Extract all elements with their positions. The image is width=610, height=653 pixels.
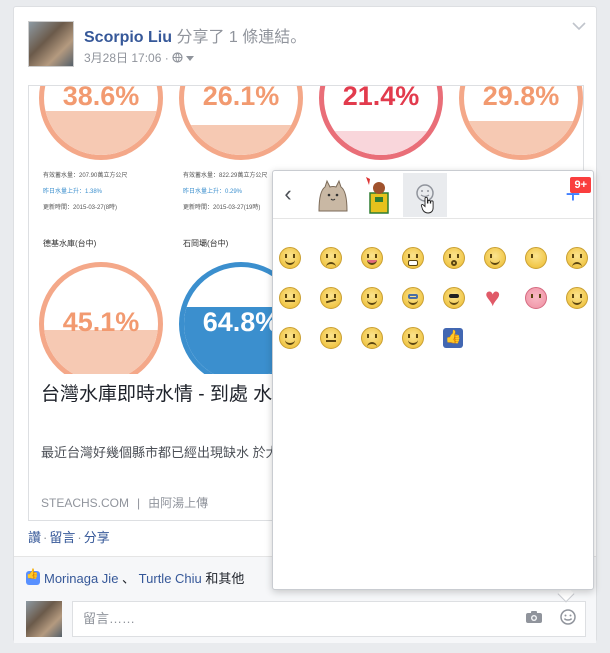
post-header: Scorpio Liu 分享了 1 條連結。	[84, 23, 306, 47]
emoji-happy[interactable]	[361, 287, 383, 309]
likes-line: Morinaga Jie 、 Turtle Chiu 和其他	[26, 568, 244, 587]
gauge-3: 21.4%	[319, 86, 443, 160]
post-actions: 讚 · 留言 · 分享	[28, 527, 110, 546]
pusheen-cat-icon	[318, 179, 348, 212]
emoji-squint[interactable]	[279, 287, 301, 309]
emoji-heart[interactable]	[484, 282, 506, 313]
character-sticker-tab[interactable]	[357, 173, 401, 217]
comment-link[interactable]: 留言	[49, 530, 75, 545]
post-timestamp[interactable]: 3月28日 17:06 ·	[84, 51, 172, 65]
emoji-angel[interactable]	[566, 287, 588, 309]
res-a-change: 昨日水量上升：1.38%	[43, 189, 103, 195]
action-dot: ·	[43, 530, 48, 545]
character-sticker-icon	[366, 177, 389, 214]
hand-cursor-icon	[420, 196, 434, 214]
sticker-store-badge: 9+	[570, 177, 591, 193]
emoji-frown[interactable]	[320, 247, 342, 269]
action-dot: ·	[77, 530, 82, 545]
like-link[interactable]: 讚	[28, 530, 41, 545]
emoji-sunglasses[interactable]	[443, 287, 465, 309]
post-meta: 3月28日 17:06 ·	[84, 49, 195, 66]
gauge-5: 45.1%	[39, 262, 163, 374]
emoji-glasses[interactable]	[402, 287, 424, 309]
emoji-tongue[interactable]	[361, 247, 383, 269]
camera-icon[interactable]	[526, 611, 542, 623]
globe-icon[interactable]	[172, 52, 183, 63]
liker-separator: 、	[118, 571, 139, 586]
res-b-updated: 更新時間：2015-03-27(19時)	[183, 205, 261, 211]
gauge-2-percent: 26.1%	[202, 86, 280, 111]
link-source: STEACHS.COM | 由阿湯上傳	[41, 494, 208, 511]
link-uploader[interactable]: 由阿湯上傳	[148, 496, 208, 510]
res-a-updated: 更新時間：2015-03-27(8時)	[43, 205, 118, 211]
emoji-smile[interactable]	[279, 247, 301, 269]
emoji-smirk[interactable]	[279, 327, 301, 349]
sticker-emoji-picker: ‹ + 9+	[272, 170, 594, 590]
emoji-icon[interactable]	[560, 609, 576, 625]
liker-2[interactable]: Turtle Chiu	[139, 571, 202, 586]
reservoir-name-1: 德基水庫(台中)	[43, 239, 97, 248]
gauge-5-percent: 45.1%	[62, 307, 140, 337]
comment-composer: 留言……	[14, 593, 596, 643]
emoji-angry[interactable]	[566, 247, 588, 269]
pusheen-sticker-tab[interactable]	[311, 173, 355, 217]
res-a-volume: 有效蓄水量：207.90萬立方公尺	[43, 173, 128, 179]
gauge-2: 26.1%	[179, 86, 303, 160]
post-action-text: 分享了 1 條連結。	[172, 29, 307, 46]
post-options-chevron-icon[interactable]	[572, 21, 586, 31]
emoji-wink[interactable]	[484, 247, 506, 269]
gauge-1: 38.6%	[39, 86, 163, 160]
res-b-change: 昨日水量上升：0.29%	[183, 189, 243, 195]
emoji-pacman[interactable]	[525, 247, 547, 269]
comment-input[interactable]: 留言……	[72, 601, 586, 637]
gauge-4: 29.8%	[459, 86, 583, 160]
reservoir-name-2: 石岡壩(台中)	[183, 239, 229, 248]
liker-1[interactable]: Morinaga Jie	[44, 571, 118, 586]
emoji-like-thumb[interactable]	[443, 328, 463, 348]
source-separator: |	[137, 496, 141, 510]
picker-back-button[interactable]: ‹	[273, 171, 303, 219]
gauge-3-percent: 21.4%	[342, 86, 420, 111]
commenter-avatar	[26, 601, 62, 637]
emoji-kiki[interactable]	[402, 327, 424, 349]
link-domain: STEACHS.COM	[41, 496, 130, 510]
emoji-gasp[interactable]	[443, 247, 465, 269]
emoji-unsure[interactable]	[320, 287, 342, 309]
likers-rest[interactable]: 和其他	[202, 571, 244, 586]
author-name-link[interactable]: Scorpio Liu	[84, 29, 172, 46]
emoji-cry[interactable]	[361, 327, 383, 349]
emoji-pig[interactable]	[525, 287, 547, 309]
res-b-volume: 有效蓄水量：822.29萬立方公尺	[183, 173, 268, 179]
emoji-confused[interactable]	[320, 327, 342, 349]
emoji-grin[interactable]	[402, 247, 424, 269]
author-avatar[interactable]	[28, 21, 74, 67]
gauge-1-percent: 38.6%	[62, 86, 140, 111]
like-thumb-icon	[26, 569, 40, 585]
share-link[interactable]: 分享	[84, 530, 110, 545]
gauge-4-percent: 29.8%	[482, 86, 560, 111]
privacy-dropdown-icon[interactable]	[186, 56, 195, 62]
